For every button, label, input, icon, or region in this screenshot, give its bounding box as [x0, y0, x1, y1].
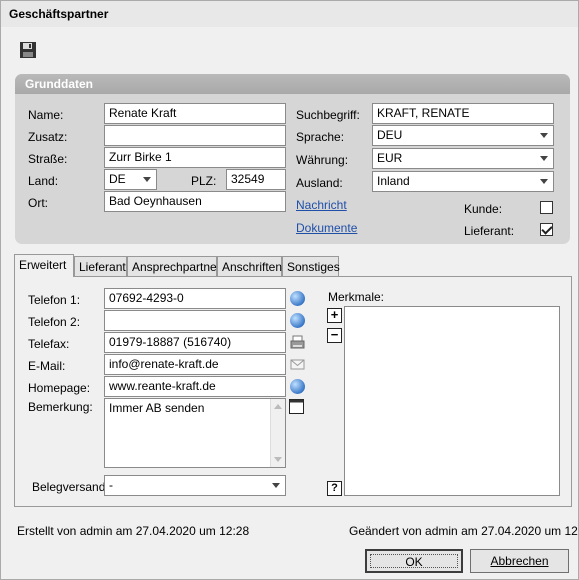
remove-merkmal-button[interactable]: −	[327, 328, 342, 343]
land-value: DE	[109, 172, 126, 186]
email-field[interactable]: info@renate-kraft.de	[104, 354, 286, 375]
ausland-select[interactable]: Inland	[372, 171, 554, 192]
lieferant-label: Lieferant:	[464, 224, 515, 238]
telefon2-label: Telefon 2:	[28, 315, 81, 329]
bemerkung-scrollbar[interactable]	[270, 399, 285, 467]
land-label: Land:	[28, 174, 59, 188]
kunde-checkbox[interactable]	[540, 201, 553, 214]
kunde-label: Kunde:	[464, 202, 503, 216]
sprache-value: DEU	[377, 128, 403, 142]
telefon1-label: Telefon 1:	[28, 293, 81, 307]
ort-label: Ort:	[28, 196, 48, 210]
edit-window-icon[interactable]	[289, 399, 304, 414]
name-field[interactable]: Renate Kraft	[104, 103, 286, 124]
abbrechen-button[interactable]: Abbrechen	[470, 549, 569, 573]
sprache-select[interactable]: DEU	[372, 125, 554, 146]
floppy-disk-icon[interactable]	[19, 41, 37, 59]
scroll-down-icon	[274, 457, 282, 462]
homepage-label: Homepage:	[28, 381, 91, 395]
scroll-up-icon	[274, 404, 282, 409]
suchbegriff-field[interactable]: KRAFT, RENATE	[372, 103, 554, 124]
chevron-down-icon	[540, 133, 548, 138]
grunddaten-header: Grunddaten	[15, 74, 570, 94]
tab-erweitert[interactable]: Erweitert	[14, 254, 74, 277]
add-merkmal-button[interactable]: +	[327, 308, 342, 323]
chevron-down-icon	[540, 179, 548, 184]
chevron-down-icon	[272, 483, 280, 488]
window-title: Geschäftspartner	[1, 1, 578, 27]
land-select[interactable]: DE	[104, 169, 157, 190]
telefon2-field[interactable]	[104, 310, 286, 331]
belegversand-value: -	[109, 478, 113, 492]
suchbegriff-label: Suchbegriff:	[296, 108, 360, 122]
fax-icon[interactable]	[290, 335, 305, 350]
waehrung-select[interactable]: EUR	[372, 148, 554, 169]
zusatz-field[interactable]	[104, 125, 286, 146]
name-label: Name:	[28, 108, 64, 122]
erstellt-info: Erstellt von admin am 27.04.2020 um 12:2…	[17, 524, 250, 538]
tab-sonstiges[interactable]: Sonstiges	[282, 256, 340, 276]
strasse-label: Straße:	[28, 152, 68, 166]
geaendert-info: Geändert von admin am 27.04.2020 um 12:2…	[349, 524, 579, 538]
plz-field[interactable]: 32549	[226, 169, 286, 190]
telefon1-field[interactable]: 07692-4293-0	[104, 288, 286, 309]
lieferant-checkbox[interactable]	[540, 223, 553, 236]
merkmale-list[interactable]	[344, 306, 560, 496]
geschaeftspartner-window: Geschäftspartner Grunddaten Name: Renate…	[0, 0, 579, 580]
waehrung-label: Währung:	[296, 153, 349, 167]
envelope-icon[interactable]	[290, 357, 305, 372]
ausland-value: Inland	[377, 174, 410, 188]
tab-ansprechpartner[interactable]: Ansprechpartner	[127, 256, 221, 276]
nachricht-link[interactable]: Nachricht	[296, 198, 347, 212]
chevron-down-icon	[143, 177, 151, 182]
chevron-down-icon	[540, 156, 548, 161]
sprache-label: Sprache:	[296, 130, 345, 144]
telefax-field[interactable]: 01979-18887 (516740)	[104, 332, 286, 353]
abbrechen-button-label: Abbrechen	[490, 554, 549, 568]
phone-dial-icon[interactable]	[290, 291, 305, 306]
plz-label: PLZ:	[191, 174, 217, 188]
focus-rect	[370, 554, 458, 568]
merkmale-label: Merkmale:	[328, 290, 385, 304]
globe-icon[interactable]	[290, 379, 305, 394]
belegversand-label: Belegversand:	[32, 480, 109, 494]
zusatz-label: Zusatz:	[28, 130, 68, 144]
ausland-label: Ausland:	[296, 176, 343, 190]
tab-anschriften[interactable]: Anschriften	[217, 256, 282, 276]
homepage-field[interactable]: www.reante-kraft.de	[104, 376, 286, 397]
ok-button[interactable]: OK	[365, 549, 463, 573]
tab-lieferant[interactable]: Lieferant	[74, 256, 127, 276]
waehrung-value: EUR	[377, 151, 403, 165]
dokumente-link[interactable]: Dokumente	[296, 221, 357, 235]
help-button[interactable]: ?	[327, 481, 342, 496]
email-label: E-Mail:	[28, 359, 66, 373]
ort-field[interactable]: Bad Oeynhausen	[104, 191, 286, 212]
bemerkung-value: Immer AB senden	[109, 401, 205, 415]
telefax-label: Telefax:	[28, 337, 70, 351]
bemerkung-label: Bemerkung:	[28, 400, 93, 414]
strasse-field[interactable]: Zurr Birke 1	[104, 147, 286, 168]
phone-dial-icon[interactable]	[290, 313, 305, 328]
belegversand-select[interactable]: -	[104, 475, 286, 496]
bemerkung-textarea[interactable]: Immer AB senden	[104, 398, 286, 468]
